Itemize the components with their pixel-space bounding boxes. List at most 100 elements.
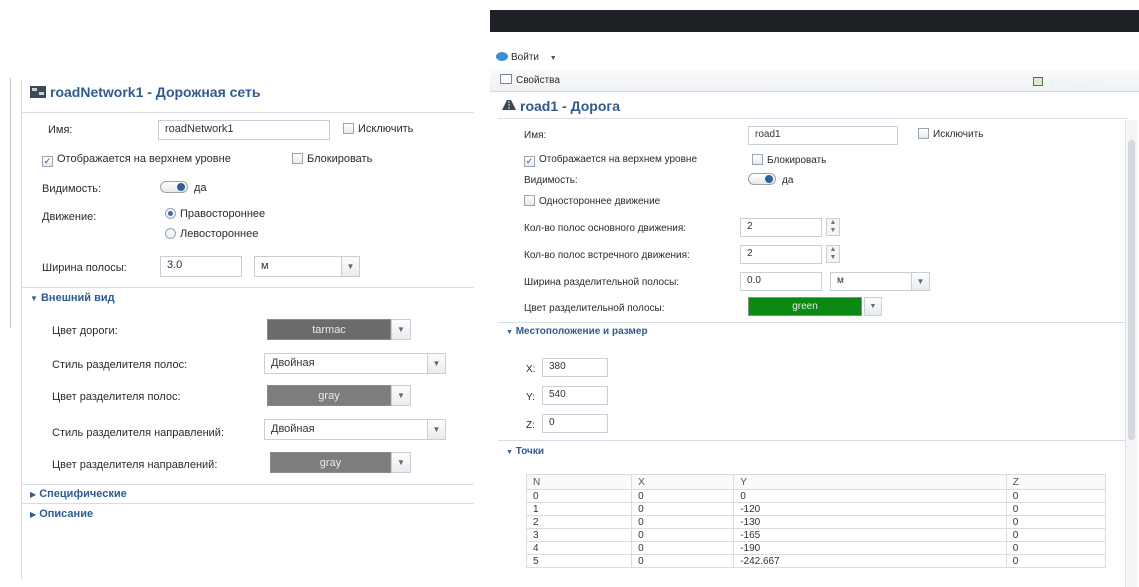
maximize-icon[interactable] — [1033, 77, 1043, 86]
table-cell[interactable]: 0 — [631, 554, 735, 568]
traffic-right-label: Правостороннее — [180, 208, 266, 220]
left-content-border — [22, 112, 474, 113]
median-color-dropdown[interactable]: ▼ — [864, 297, 882, 316]
one-way-checkbox[interactable]: Одностороннее движение — [524, 195, 660, 207]
traffic-right-radio[interactable]: Правостороннее — [165, 208, 265, 220]
table-cell[interactable]: 0 — [526, 489, 633, 503]
chevron-down-icon[interactable]: ▼ — [341, 257, 359, 276]
table-cell[interactable]: 0 — [631, 502, 735, 516]
table-cell[interactable]: 0 — [1005, 515, 1106, 529]
exclude-checkbox-box[interactable] — [343, 123, 354, 134]
top-level-checkbox-box[interactable]: ✓ — [42, 156, 53, 167]
table-row[interactable]: 5 0 -242.667 0 — [526, 554, 1106, 568]
tab-properties[interactable]: Свойства — [500, 74, 560, 86]
table-cell[interactable]: -190 — [733, 541, 1007, 555]
table-row[interactable]: 2 0 -130 0 — [526, 515, 1106, 529]
road-exclude-checkbox[interactable]: Исключить — [918, 128, 983, 140]
lane-sep-style-select[interactable]: Двойная ▼ — [264, 353, 446, 374]
opposite-lanes-field[interactable]: 2 — [740, 245, 822, 264]
view-menu-icon[interactable]: · · · · · · — [1050, 76, 1139, 86]
table-cell[interactable]: -120 — [733, 502, 1007, 516]
top-level-checkbox[interactable]: ✓ Отображается на верхнем уровне — [42, 153, 231, 167]
chevron-down-icon[interactable]: ▼ — [911, 273, 929, 290]
dir-sep-color-swatch[interactable]: gray — [270, 452, 391, 473]
lane-width-unit-select[interactable]: м ▼ — [254, 256, 360, 277]
road-visibility-toggle[interactable]: да — [748, 173, 793, 186]
median-width-unit-select[interactable]: м ▼ — [830, 272, 930, 291]
median-width-field[interactable]: 0.0 — [740, 272, 822, 291]
dir-sep-style-select[interactable]: Двойная ▼ — [264, 419, 446, 440]
road-color-swatch[interactable]: tarmac — [267, 319, 391, 340]
location-section-header[interactable]: ▼ Местоположение и размер — [506, 326, 648, 337]
lock-checkbox-box[interactable] — [292, 153, 303, 164]
table-cell[interactable]: -130 — [733, 515, 1007, 529]
median-color-swatch[interactable]: green — [748, 297, 862, 316]
table-cell[interactable]: 0 — [1005, 489, 1106, 503]
road-exclude-checkbox-box[interactable] — [918, 128, 929, 139]
lane-width-field[interactable]: 3.0 — [160, 256, 242, 277]
table-cell[interactable]: 0 — [1005, 541, 1106, 555]
lane-sep-color-dropdown[interactable]: ▼ — [391, 385, 411, 406]
table-cell[interactable]: 3 — [526, 528, 633, 542]
x-field[interactable]: 380 — [542, 358, 608, 377]
table-cell[interactable]: -242.667 — [733, 554, 1007, 568]
table-row[interactable]: 1 0 -120 0 — [526, 502, 1106, 516]
traffic-left-radio-dot[interactable] — [165, 228, 176, 239]
road-top-level-checkbox[interactable]: ✓ Отображается на верхнем уровне — [524, 154, 697, 167]
lock-checkbox[interactable]: Блокировать — [292, 153, 372, 165]
table-cell[interactable]: 0 — [631, 541, 735, 555]
dir-sep-color-dropdown[interactable]: ▼ — [391, 452, 411, 473]
visibility-toggle-switch[interactable] — [160, 181, 188, 193]
table-cell[interactable]: 0 — [1005, 554, 1106, 568]
table-cell[interactable]: 5 — [526, 554, 633, 568]
traffic-left-radio[interactable]: Левостороннее — [165, 228, 258, 240]
appearance-section-header[interactable]: ▼ Внешний вид — [30, 292, 115, 304]
column-header-y[interactable]: Y — [733, 474, 1007, 490]
description-section-header[interactable]: ▶ Описание — [30, 508, 93, 520]
y-field[interactable]: 540 — [542, 386, 608, 405]
chevron-down-icon[interactable]: ▼ — [427, 354, 445, 373]
main-lanes-field[interactable]: 2 — [740, 218, 822, 237]
column-header-n[interactable]: N — [526, 474, 633, 490]
road-top-level-checkbox-box[interactable]: ✓ — [524, 156, 535, 167]
scrollbar-thumb[interactable] — [1128, 140, 1135, 440]
table-cell[interactable]: 4 — [526, 541, 633, 555]
table-cell[interactable]: 1 — [526, 502, 633, 516]
main-lanes-spinner[interactable]: ▲ ▼ — [826, 218, 840, 236]
table-cell[interactable]: 0 — [733, 489, 1007, 503]
table-row[interactable]: 0 0 0 0 — [526, 489, 1106, 503]
opposite-lanes-spinner[interactable]: ▲ ▼ — [826, 245, 840, 263]
column-header-z[interactable]: Z — [1005, 474, 1106, 490]
table-cell[interactable]: 2 — [526, 515, 633, 529]
z-field[interactable]: 0 — [542, 414, 608, 433]
column-header-x[interactable]: X — [631, 474, 735, 490]
one-way-checkbox-box[interactable] — [524, 195, 535, 206]
median-width-unit-value: м — [837, 275, 844, 286]
table-cell[interactable]: 0 — [1005, 502, 1106, 516]
road-color-dropdown[interactable]: ▼ — [391, 319, 411, 340]
vertical-scrollbar[interactable] — [1125, 120, 1137, 587]
table-row[interactable]: 4 0 -190 0 — [526, 541, 1106, 555]
table-row[interactable]: 3 0 -165 0 — [526, 528, 1106, 542]
table-cell[interactable]: 0 — [631, 528, 735, 542]
table-cell[interactable]: 0 — [1005, 528, 1106, 542]
visibility-toggle[interactable]: да — [160, 181, 207, 194]
login-button[interactable]: Войти ▼ — [496, 52, 557, 63]
table-cell[interactable]: -165 — [733, 528, 1007, 542]
exclude-checkbox[interactable]: Исключить — [343, 123, 413, 135]
chevron-down-icon[interactable]: ▼ — [550, 55, 557, 62]
road-lock-checkbox[interactable]: Блокировать — [752, 154, 826, 166]
road-visibility-toggle-switch[interactable] — [748, 173, 776, 185]
table-cell[interactable]: 0 — [631, 489, 735, 503]
specific-section-header[interactable]: ▶ Специфические — [30, 488, 127, 500]
road-name-field[interactable]: road1 — [748, 126, 898, 145]
traffic-right-radio-dot[interactable] — [165, 208, 176, 219]
table-cell[interactable]: 0 — [631, 515, 735, 529]
road-lock-checkbox-box[interactable] — [752, 154, 763, 165]
lane-sep-color-swatch[interactable]: gray — [267, 385, 391, 406]
road-title-icon — [502, 100, 516, 110]
points-section-header[interactable]: ▼ Точки — [506, 446, 544, 457]
name-field[interactable]: roadNetwork1 — [158, 120, 330, 140]
chevron-down-icon[interactable]: ▼ — [427, 420, 445, 439]
collapse-arrow-icon: ▶ — [30, 490, 37, 499]
